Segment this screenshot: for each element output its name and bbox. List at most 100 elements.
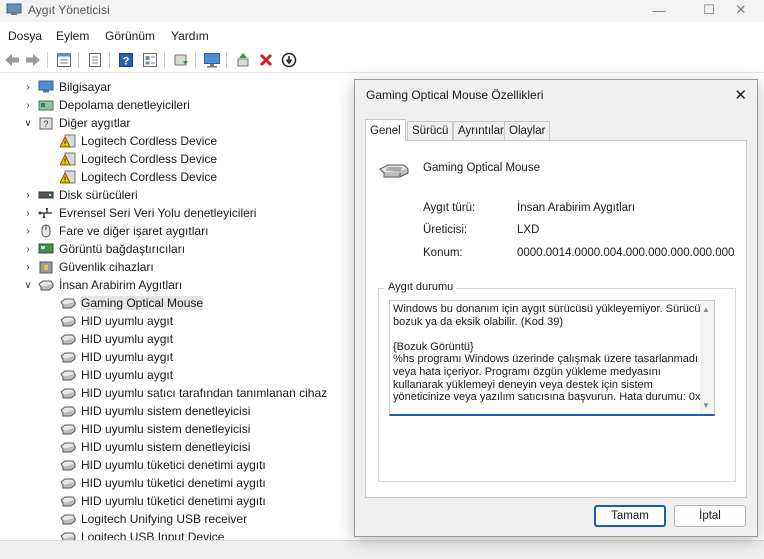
disk-icon	[38, 188, 54, 202]
tree-item[interactable]: › Evrensel Seri Veri Yolu denetleyicileri	[22, 204, 256, 222]
chevron-right-icon[interactable]: ›	[22, 208, 34, 219]
tree-item-label: HID uyumlu sistem denetleyicisi	[81, 440, 251, 454]
chevron-right-icon[interactable]: ›	[22, 82, 34, 93]
scroll-down-icon[interactable]: ▼	[702, 401, 710, 410]
tree-item-label: HID uyumlu aygıt	[81, 350, 174, 364]
tree-item[interactable]: › Fare ve diğer işaret aygıtları	[22, 222, 208, 240]
menu-gorunum[interactable]: Görünüm	[105, 29, 155, 43]
tree-item[interactable]: HID uyumlu sistem denetleyicisi	[60, 420, 250, 438]
close-window-button[interactable]: ✕	[718, 0, 764, 20]
chevron-right-icon[interactable]: ›	[22, 262, 34, 273]
device-status-text: Windows bu donanım için aygıt sürücüsü y…	[393, 303, 701, 404]
uninstall-icon[interactable]	[257, 51, 275, 69]
view-icon[interactable]	[141, 51, 159, 69]
tree-item-label: HID uyumlu aygıt	[81, 368, 174, 382]
tree-item-label: Fare ve diğer işaret aygıtları	[59, 224, 209, 238]
menu-dosya[interactable]: Dosya	[8, 29, 42, 43]
disable-device-icon[interactable]	[280, 51, 298, 69]
display-adapter-icon	[38, 242, 54, 256]
tree-item-label: Bilgisayar	[59, 80, 112, 94]
back-arrow-icon[interactable]	[3, 51, 21, 69]
tab-olaylar[interactable]: Olaylar	[504, 121, 551, 140]
status-bar	[0, 540, 764, 559]
device-type-value: İnsan Arabirim Aygıtları	[517, 202, 636, 214]
tree-item[interactable]: HID uyumlu satıcı tarafından tanımlanan …	[60, 384, 327, 402]
hid-icon	[60, 314, 76, 328]
toolbar: ?	[0, 47, 764, 73]
menu-yardim[interactable]: Yardım	[171, 29, 209, 43]
computer-icon	[38, 80, 54, 94]
svg-text:?: ?	[123, 56, 130, 68]
tree-item[interactable]: Logitech Cordless Device	[59, 150, 218, 168]
chevron-right-icon[interactable]: ›	[22, 244, 34, 255]
tree-item[interactable]: HID uyumlu sistem denetleyicisi	[60, 402, 250, 420]
tree-item[interactable]: HID uyumlu aygıt	[60, 366, 173, 384]
window-title: Aygıt Yöneticisi	[28, 3, 110, 17]
update-driver-icon[interactable]	[172, 51, 190, 69]
tab-ayrintilar[interactable]: Ayrıntılar	[453, 121, 509, 140]
scroll-up-icon[interactable]: ▲	[702, 305, 710, 314]
ok-button[interactable]: Tamam	[594, 505, 666, 527]
tree-item[interactable]: › Görüntü bağdaştırıcıları	[22, 240, 185, 258]
storage-icon	[38, 98, 54, 112]
chevron-right-icon[interactable]: ›	[22, 226, 34, 237]
cancel-button[interactable]: İptal	[674, 505, 746, 527]
tab-genel[interactable]: Genel	[365, 119, 406, 141]
tree-item-label: Logitech Cordless Device	[81, 134, 218, 148]
show-hidden-icon[interactable]	[55, 51, 73, 69]
tree-item[interactable]: › Disk sürücüleri	[22, 186, 138, 204]
tree-item[interactable]: HID uyumlu aygıt	[60, 330, 173, 348]
chevron-right-icon[interactable]: ›	[22, 100, 34, 111]
hid-icon	[60, 332, 76, 346]
security-icon	[38, 260, 54, 274]
tree-item-label: Logitech Cordless Device	[81, 152, 218, 166]
hid-icon	[60, 494, 76, 508]
manufacturer-value: LXD	[517, 224, 540, 236]
forward-arrow-icon[interactable]	[24, 51, 42, 69]
dialog-close-icon[interactable]: ✕	[734, 86, 747, 104]
enable-device-icon[interactable]	[234, 51, 252, 69]
tree-item[interactable]: ∨ İnsan Arabirim Aygıtları	[22, 276, 182, 294]
hid-icon	[60, 440, 76, 454]
minimize-button[interactable]: —	[636, 0, 682, 20]
menu-eylem[interactable]: Eylem	[56, 29, 89, 43]
tree-item[interactable]: Logitech Cordless Device	[59, 132, 218, 150]
toolbar-separator	[109, 52, 110, 68]
tree-item[interactable]: ∨? Diğer aygıtlar	[22, 114, 130, 132]
tree-item-label: Logitech USB Input Device	[81, 530, 225, 540]
toolbar-separator	[78, 52, 79, 68]
tree-item[interactable]: Logitech Cordless Device	[59, 168, 217, 186]
device-status-textbox[interactable]: Windows bu donanım için aygıt sürücüsü y…	[389, 300, 715, 416]
tree-item[interactable]: HID uyumlu aygıt	[60, 348, 173, 366]
mouse-icon	[38, 224, 54, 238]
unknown-device-icon: ?	[38, 116, 54, 130]
status-scrollbar[interactable]: ▲ ▼	[700, 301, 714, 414]
tree-item[interactable]: Logitech Unifying USB receiver	[60, 510, 247, 528]
device-name: Gaming Optical Mouse	[423, 162, 540, 174]
tree-item[interactable]: HID uyumlu tüketici denetimi aygıtı	[60, 474, 266, 492]
device-manager-icon	[6, 3, 22, 15]
help-icon[interactable]: ?	[117, 51, 135, 69]
properties-icon[interactable]	[86, 51, 104, 69]
warning-device-icon	[59, 134, 76, 148]
chevron-down-icon[interactable]: ∨	[22, 118, 34, 129]
chevron-right-icon[interactable]: ›	[22, 190, 34, 201]
hid-icon	[60, 458, 76, 472]
tree-item[interactable]: HID uyumlu tüketici denetimi aygıtı	[60, 492, 266, 510]
tree-item-label: HID uyumlu aygıt	[81, 314, 174, 328]
hid-warning-icon	[60, 296, 76, 310]
tree-item[interactable]: Logitech USB Input Device	[60, 528, 224, 540]
tree-item[interactable]: HID uyumlu tüketici denetimi aygıtı	[60, 456, 266, 474]
tree-item[interactable]: HID uyumlu sistem denetleyicisi	[60, 438, 250, 456]
monitor-icon[interactable]	[203, 51, 221, 69]
tree-item[interactable]: › Depolama denetleyicileri	[22, 96, 189, 114]
tree-item[interactable]: › Güvenlik cihazları	[22, 258, 153, 276]
tree-item[interactable]: HID uyumlu aygıt	[60, 312, 173, 330]
tree-item[interactable]: Gaming Optical Mouse	[60, 294, 204, 312]
chevron-down-icon[interactable]: ∨	[22, 280, 34, 291]
tab-surucu[interactable]: Sürücü	[407, 121, 454, 140]
tree-item-label: Disk sürücüleri	[59, 188, 138, 202]
tree-item-label: HID uyumlu tüketici denetimi aygıtı	[81, 476, 266, 490]
tree-item[interactable]: › Bilgisayar	[22, 78, 111, 96]
tree-item-label: Gaming Optical Mouse	[81, 296, 204, 310]
